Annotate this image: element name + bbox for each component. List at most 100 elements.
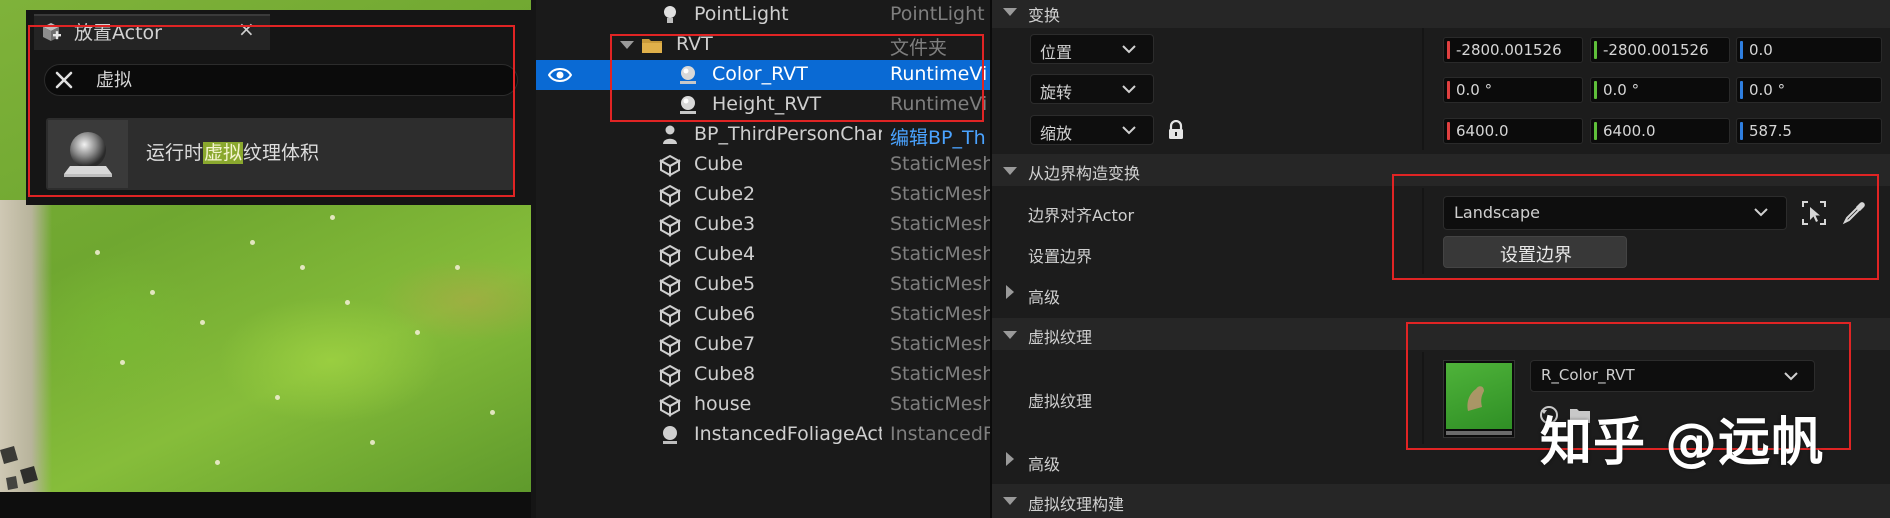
static-mesh-icon <box>658 273 682 297</box>
outliner-item-type: InstancedF <box>890 423 990 445</box>
viewport-flower <box>370 440 375 445</box>
category-virtual-texture-label: 虚拟纹理 <box>1028 328 1093 347</box>
watermark: 知乎 @远帆 <box>1540 413 1825 473</box>
outliner-row[interactable]: Cube3 StaticMesh <box>536 210 990 240</box>
viewport-rocks <box>0 446 38 490</box>
outliner-row[interactable]: Cube7 StaticMesh <box>536 330 990 360</box>
rotation-x-field[interactable]: 0.0 ° <box>1443 77 1583 103</box>
outliner-item-label: Cube6 <box>694 303 756 325</box>
collapse-arrow-icon[interactable] <box>1003 497 1017 505</box>
outliner-item-label: PointLight <box>694 3 789 25</box>
outliner-item-label: Cube5 <box>694 273 756 295</box>
outliner-row[interactable]: Cube4 StaticMesh <box>536 240 990 270</box>
rotation-y-field[interactable]: 0.0 ° <box>1590 77 1730 103</box>
viewport-flower <box>455 265 460 270</box>
z-axis-marker <box>1740 41 1743 59</box>
outliner-item-label: Cube7 <box>694 333 756 355</box>
outliner-item-type: StaticMesh <box>890 363 990 385</box>
viewport-flower <box>490 410 495 415</box>
z-axis-marker <box>1740 81 1743 99</box>
viewport-flower <box>300 265 305 270</box>
outliner-item-label: BP_ThirdPersonChar <box>694 123 882 145</box>
location-label: 位置 <box>1040 43 1073 62</box>
rotation-label: 旋转 <box>1040 83 1073 102</box>
outliner-row[interactable]: PointLight PointLight <box>536 0 990 30</box>
y-axis-marker <box>1594 41 1597 59</box>
outliner-item-type: StaticMesh <box>890 393 990 415</box>
outliner-item-label: Cube4 <box>694 243 756 265</box>
viewport-flower <box>200 320 205 325</box>
scale-z-field[interactable]: 587.5 <box>1736 118 1882 144</box>
scale-y-field[interactable]: 6400.0 <box>1590 118 1730 144</box>
outliner-row[interactable]: Cube6 StaticMesh <box>536 300 990 330</box>
bounds-advanced-label[interactable]: 高级 <box>1028 284 1060 308</box>
x-axis-marker <box>1447 41 1450 59</box>
edit-blueprint-link[interactable]: 编辑BP_Th <box>890 123 990 150</box>
outliner-item-type: StaticMesh <box>890 303 990 325</box>
y-axis-marker <box>1594 81 1597 99</box>
viewport-flower <box>345 300 350 305</box>
y-axis-marker <box>1594 122 1597 140</box>
z-axis-marker <box>1740 122 1743 140</box>
collapse-arrow-icon[interactable] <box>1003 8 1017 16</box>
pawn-icon <box>658 123 682 147</box>
lock-icon[interactable] <box>1167 120 1185 140</box>
outliner-item-type: StaticMesh <box>890 273 990 295</box>
static-mesh-icon <box>658 333 682 357</box>
outliner-item-type: StaticMesh <box>890 243 990 265</box>
outliner-item-label: Cube8 <box>694 363 756 385</box>
category-bounds-transform-label: 从边界构造变换 <box>1028 164 1141 183</box>
outliner-row[interactable]: Cube5 StaticMesh <box>536 270 990 300</box>
highlight-box-place-actor <box>28 25 515 197</box>
outliner-item-label: Cube3 <box>694 213 756 235</box>
outliner-item-type: StaticMesh <box>890 183 990 205</box>
viewport-flower <box>120 360 125 365</box>
outliner-row[interactable]: Cube8 StaticMesh <box>536 360 990 390</box>
category-virtual-texture-build-label: 虚拟纹理构建 <box>1028 495 1125 514</box>
foliage-icon <box>658 423 682 447</box>
static-mesh-icon <box>658 303 682 327</box>
location-z-field[interactable]: 0.0 <box>1736 37 1882 63</box>
viewport-flower <box>330 215 335 220</box>
outliner-item-label: house <box>694 393 752 415</box>
viewport-flower <box>95 250 100 255</box>
viewport-flower <box>275 395 280 400</box>
outliner-item-label: InstancedFoliageActo <box>694 423 882 445</box>
location-y-field[interactable]: -2800.001526 <box>1590 37 1730 63</box>
viewport-bottom-bar <box>0 492 531 518</box>
static-mesh-icon <box>658 183 682 207</box>
category-virtual-texture-build[interactable] <box>992 484 1890 518</box>
static-mesh-icon <box>658 153 682 177</box>
highlight-box-bounds <box>1392 174 1879 280</box>
rotation-z-field[interactable]: 0.0 ° <box>1736 77 1882 103</box>
static-mesh-icon <box>658 393 682 417</box>
expand-arrow-icon[interactable] <box>1006 452 1014 466</box>
outliner-item-label: Cube <box>694 153 744 175</box>
outliner-row[interactable]: Cube2 StaticMesh <box>536 180 990 210</box>
static-mesh-icon <box>658 363 682 387</box>
visibility-eye-icon[interactable] <box>548 67 572 83</box>
expand-arrow-icon[interactable] <box>1006 285 1014 299</box>
category-transform-label: 变换 <box>1028 6 1061 25</box>
outliner-row[interactable]: BP_ThirdPersonChar 编辑BP_Th <box>536 120 990 150</box>
column-divider <box>1422 28 1424 150</box>
bounds-align-actor-label: 边界对齐Actor <box>1028 206 1135 225</box>
outliner-item-type: PointLight <box>890 3 985 25</box>
viewport-flower <box>150 290 155 295</box>
outliner-row[interactable]: house StaticMesh <box>536 390 990 420</box>
outliner-item-type: StaticMesh <box>890 213 990 235</box>
collapse-arrow-icon[interactable] <box>1003 331 1017 339</box>
virtual-texture-label: 虚拟纹理 <box>1028 392 1093 411</box>
location-x-field[interactable]: -2800.001526 <box>1443 37 1583 63</box>
scale-x-field[interactable]: 6400.0 <box>1443 118 1583 144</box>
x-axis-marker <box>1447 81 1450 99</box>
highlight-box-rvt-folder <box>610 34 984 122</box>
vt-advanced-label[interactable]: 高级 <box>1028 451 1060 475</box>
chevron-down-icon <box>1122 85 1136 94</box>
viewport-flower <box>215 460 220 465</box>
category-transform[interactable] <box>992 0 1890 28</box>
collapse-arrow-icon[interactable] <box>1003 167 1017 175</box>
static-mesh-icon <box>658 243 682 267</box>
outliner-row[interactable]: InstancedFoliageActo InstancedF <box>536 420 990 450</box>
outliner-row[interactable]: Cube StaticMesh <box>536 150 990 180</box>
